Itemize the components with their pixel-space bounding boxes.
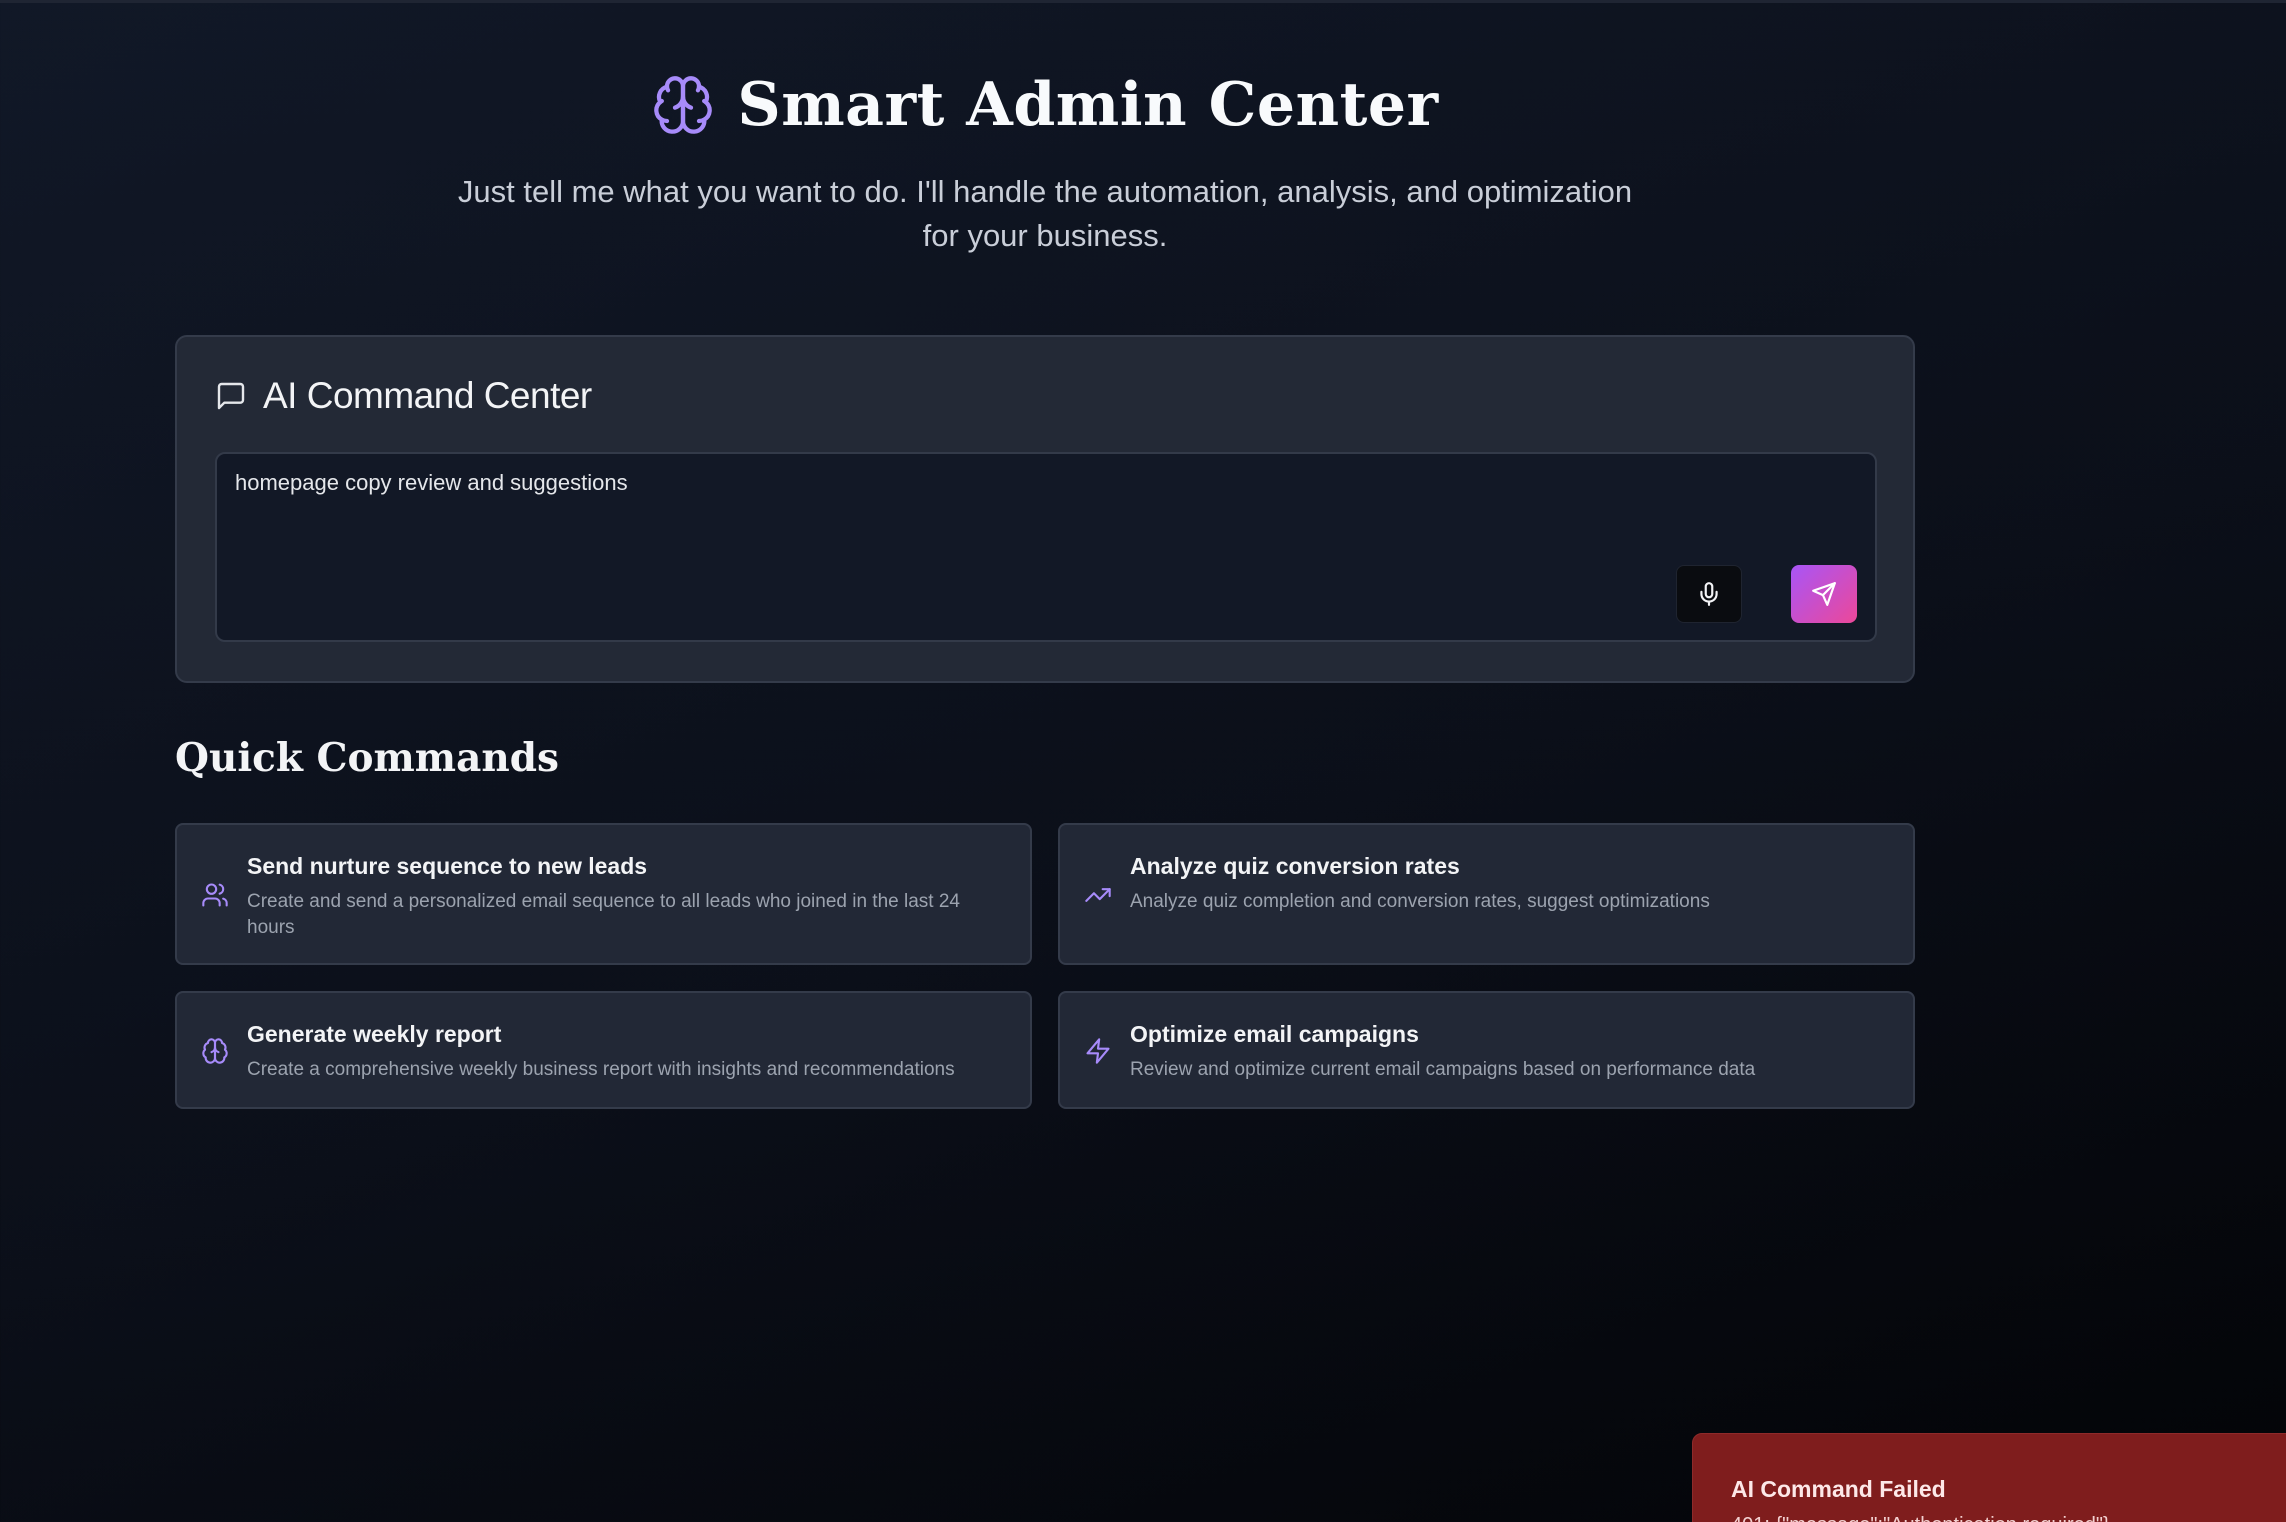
command-center-title: AI Command Center [263,375,592,416]
brain-icon [202,1038,228,1064]
quick-command-title: Generate weekly report [247,1021,502,1047]
quick-command-title: Optimize email campaigns [1130,1021,1419,1047]
page-header: Smart Admin Center [0,70,2090,140]
command-input-box [215,452,1877,642]
mic-icon [1700,582,1718,606]
trending-up-icon [1085,888,1111,902]
quick-command-weekly-report[interactable]: Generate weekly report Create a comprehe… [175,991,1032,1109]
toast-message: 401: {"message":"Authentication required… [1731,1514,2110,1522]
quick-command-optimize-email[interactable]: Optimize email campaigns Review and opti… [1058,991,1915,1109]
ai-command-center-card: AI Command Center [175,335,1915,683]
top-border [0,0,2286,3]
command-input[interactable] [235,470,1635,590]
error-toast[interactable]: AI Command Failed 401: {"message":"Authe… [1692,1433,2286,1522]
send-command-button[interactable] [1791,565,1857,623]
message-square-icon [217,382,245,410]
toast-title: AI Command Failed [1731,1476,1946,1502]
users-icon [202,883,228,907]
quick-command-quiz-conversion[interactable]: Analyze quiz conversion rates Analyze qu… [1058,823,1915,965]
quick-command-title: Analyze quiz conversion rates [1130,853,1460,879]
command-center-header: AI Command Center [215,375,592,417]
brain-icon [654,76,713,134]
zap-icon [1086,1038,1110,1064]
quick-command-title: Send nurture sequence to new leads [247,853,648,879]
quick-command-description: Create and send a personalized email seq… [247,891,960,938]
quick-commands-title: Quick Commands [175,735,559,781]
page-title: Smart Admin Center [737,70,1439,140]
quick-command-description: Analyze quiz completion and conversion r… [1130,891,1710,912]
quick-command-nurture-sequence[interactable]: Send nurture sequence to new leads Creat… [175,823,1032,965]
quick-command-description: Review and optimize current email campai… [1130,1059,1756,1080]
voice-input-button[interactable] [1676,565,1742,623]
quick-command-description: Create a comprehensive weekly business r… [247,1059,955,1080]
send-icon [1812,582,1836,606]
page-subtitle: Just tell me what you want to do. I'll h… [457,174,1633,253]
